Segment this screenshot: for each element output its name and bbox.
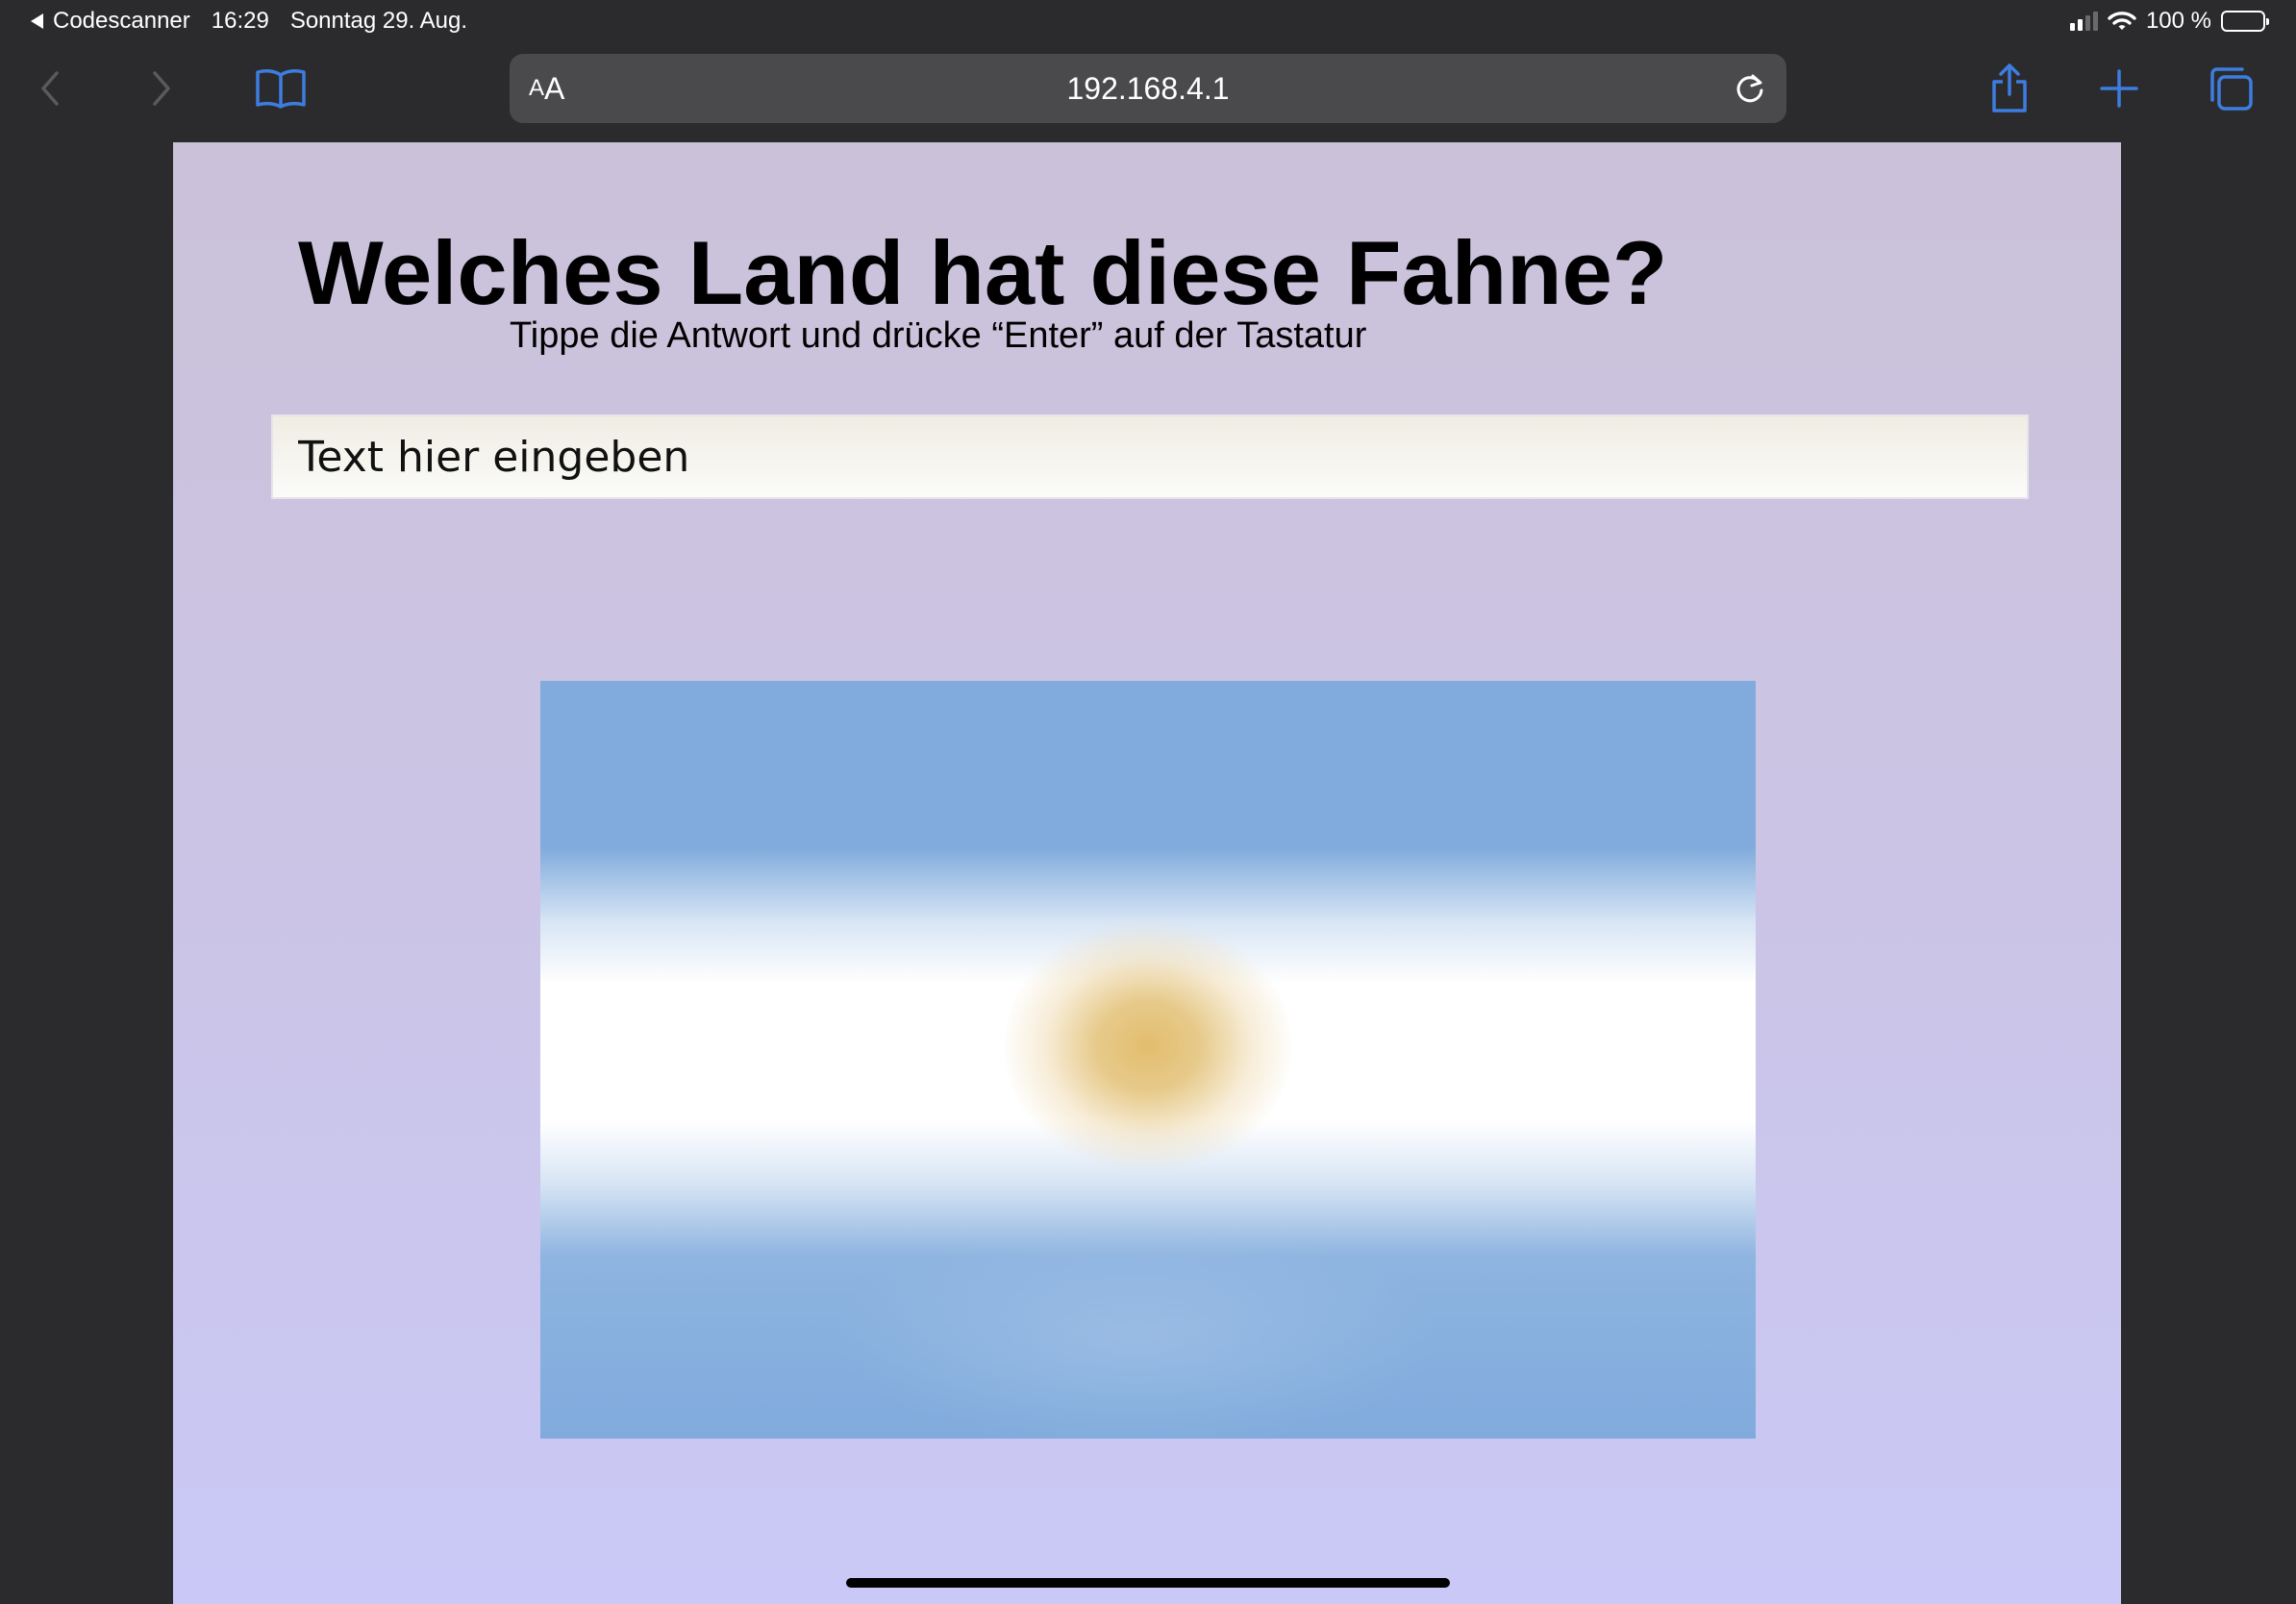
forward-button[interactable] (133, 60, 190, 117)
share-icon (1992, 63, 2027, 113)
chevron-right-icon (153, 71, 170, 106)
tabs-icon (2210, 67, 2253, 111)
battery-icon (2221, 11, 2269, 32)
cellular-signal-icon (2069, 12, 2098, 31)
battery-percentage: 100 % (2145, 8, 2211, 34)
home-indicator[interactable] (846, 1578, 1450, 1588)
status-date: Sonntag 29. Aug. (289, 8, 467, 34)
status-bar: Codescanner 16:29 Sonntag 29. Aug. 100 % (0, 0, 2296, 46)
plus-icon (2100, 69, 2138, 108)
bookmarks-button[interactable] (252, 60, 310, 117)
back-to-app-link[interactable]: Codescanner (31, 8, 190, 35)
back-triangle-icon (31, 13, 43, 29)
flag-sun (1004, 921, 1292, 1171)
share-button[interactable] (1981, 60, 2038, 117)
browser-toolbar: A A 192.168.4.1 (0, 46, 2296, 142)
url-text[interactable]: 192.168.4.1 (510, 54, 1786, 123)
chevron-left-icon (41, 71, 59, 106)
web-page: Welches Land hat diese Fahne? Tippe die … (173, 142, 2121, 1604)
status-time: 16:29 (211, 8, 269, 34)
status-right: 100 % (2069, 8, 2269, 35)
answer-input[interactable] (271, 414, 2029, 499)
book-icon (256, 69, 306, 109)
reload-icon[interactable] (1731, 69, 1769, 108)
flag-lower-glow (829, 1219, 1444, 1439)
wifi-icon (2108, 12, 2136, 30)
flag-image (540, 681, 1756, 1439)
tabs-overview-button[interactable] (2202, 60, 2259, 117)
new-tab-button[interactable] (2090, 60, 2148, 117)
address-bar[interactable]: A A 192.168.4.1 (510, 54, 1786, 123)
page-title: Welches Land hat diese Fahne? (298, 222, 1668, 323)
page-subtitle: Tippe die Antwort und drücke “Enter” auf… (510, 315, 1367, 356)
back-app-label: Codescanner (53, 8, 190, 34)
back-button[interactable] (21, 60, 79, 117)
status-left: Codescanner 16:29 Sonntag 29. Aug. (31, 8, 467, 35)
